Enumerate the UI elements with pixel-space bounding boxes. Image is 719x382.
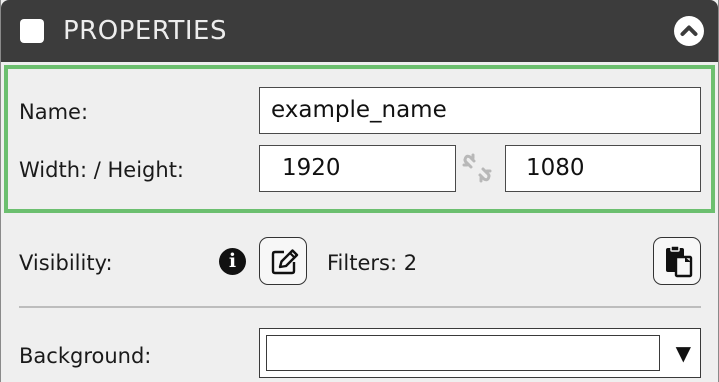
panel-title: PROPERTIES: [63, 16, 227, 46]
name-field[interactable]: example_name: [259, 87, 701, 134]
paste-button[interactable]: [653, 237, 701, 285]
info-glyph: i: [228, 250, 237, 272]
panel-header: PROPERTIES: [1, 0, 718, 62]
properties-panel: PROPERTIES Name: example_name Width: / H…: [0, 0, 719, 382]
chevron-up-icon: [680, 25, 698, 36]
info-icon[interactable]: i: [219, 248, 246, 275]
height-field[interactable]: 1080: [505, 145, 701, 192]
section-divider: [19, 306, 701, 308]
edit-icon: [271, 249, 299, 275]
collapse-button[interactable]: [674, 16, 704, 46]
width-field[interactable]: 1920: [259, 145, 456, 192]
dropdown-arrow-icon[interactable]: ▼: [676, 340, 691, 366]
filters-count: Filters: 2: [327, 251, 418, 275]
edit-visibility-button[interactable]: [259, 237, 307, 285]
background-select[interactable]: ▼: [259, 328, 701, 378]
visibility-label: Visibility:: [19, 251, 113, 275]
size-label: Width: / Height:: [19, 158, 185, 182]
background-select-value[interactable]: [266, 335, 660, 371]
background-label: Background:: [19, 344, 152, 368]
paste-icon: [666, 245, 693, 278]
broken-link-icon[interactable]: [462, 153, 492, 183]
enable-checkbox[interactable]: [20, 19, 44, 43]
name-label: Name:: [19, 100, 89, 124]
